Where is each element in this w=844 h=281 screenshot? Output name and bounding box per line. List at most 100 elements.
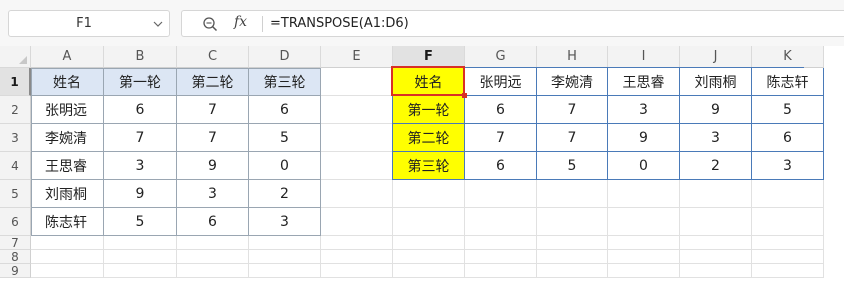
cell-f4[interactable]: 第三轮	[393, 152, 465, 180]
cell-a1[interactable]: 姓名	[31, 68, 104, 96]
cell-a8[interactable]	[31, 250, 104, 264]
column-header-i[interactable]: I	[608, 46, 680, 68]
cell-k9[interactable]	[752, 264, 824, 278]
cell-a3[interactable]: 李婉清	[31, 124, 104, 152]
row-header-9[interactable]: 9	[0, 264, 31, 278]
row-header-4[interactable]: 4	[0, 152, 31, 180]
cell-j6[interactable]	[680, 208, 752, 236]
cell-b4[interactable]: 3	[104, 152, 177, 180]
cell-c1[interactable]: 第二轮	[177, 68, 249, 96]
cell-i3[interactable]: 9	[608, 124, 680, 152]
cell-h1[interactable]: 李婉清	[537, 68, 608, 96]
fx-icon[interactable]: fx	[234, 14, 247, 30]
cell-i9[interactable]	[608, 264, 680, 278]
cell-c8[interactable]	[177, 250, 249, 264]
cell-h2[interactable]: 7	[537, 96, 608, 124]
column-header-g[interactable]: G	[465, 46, 537, 68]
cell-g4[interactable]: 6	[465, 152, 537, 180]
cell-c2[interactable]: 7	[177, 96, 249, 124]
cell-g5[interactable]	[465, 180, 537, 208]
cell-f2[interactable]: 第一轮	[393, 96, 465, 124]
cell-j8[interactable]	[680, 250, 752, 264]
cell-a5[interactable]: 刘雨桐	[31, 180, 104, 208]
cell-e8[interactable]	[321, 250, 393, 264]
name-box[interactable]: F1	[8, 10, 170, 37]
cell-a2[interactable]: 张明远	[31, 96, 104, 124]
cell-g1[interactable]: 张明远	[465, 68, 537, 96]
select-all-corner[interactable]	[0, 46, 31, 68]
cell-f1[interactable]: 姓名	[393, 68, 465, 96]
column-header-e[interactable]: E	[321, 46, 393, 68]
zoom-icon[interactable]	[202, 16, 218, 32]
cell-e6[interactable]	[321, 208, 393, 236]
cell-f6[interactable]	[393, 208, 465, 236]
cell-i4[interactable]: 0	[608, 152, 680, 180]
cell-h4[interactable]: 5	[537, 152, 608, 180]
cell-f8[interactable]	[393, 250, 465, 264]
cell-d1[interactable]: 第三轮	[249, 68, 321, 96]
cell-d5[interactable]: 2	[249, 180, 321, 208]
cell-c4[interactable]: 9	[177, 152, 249, 180]
cell-g6[interactable]	[465, 208, 537, 236]
cell-b3[interactable]: 7	[104, 124, 177, 152]
cell-k3[interactable]: 6	[752, 124, 824, 152]
row-header-3[interactable]: 3	[0, 124, 31, 152]
cell-h3[interactable]: 7	[537, 124, 608, 152]
cell-h7[interactable]	[537, 236, 608, 250]
cell-a9[interactable]	[31, 264, 104, 278]
formula-input-area[interactable]: fx =TRANSPOSE(A1:D6)	[181, 10, 844, 37]
cell-h5[interactable]	[537, 180, 608, 208]
cell-f7[interactable]	[393, 236, 465, 250]
cell-k4[interactable]: 3	[752, 152, 824, 180]
column-header-h[interactable]: H	[537, 46, 608, 68]
cell-b9[interactable]	[104, 264, 177, 278]
cell-b6[interactable]: 5	[104, 208, 177, 236]
cell-b8[interactable]	[104, 250, 177, 264]
cell-d4[interactable]: 0	[249, 152, 321, 180]
cell-e5[interactable]	[321, 180, 393, 208]
cell-d8[interactable]	[249, 250, 321, 264]
cell-c6[interactable]: 6	[177, 208, 249, 236]
column-header-c[interactable]: C	[177, 46, 249, 68]
cell-a7[interactable]	[31, 236, 104, 250]
cell-c5[interactable]: 3	[177, 180, 249, 208]
cell-g3[interactable]: 7	[465, 124, 537, 152]
cell-k8[interactable]	[752, 250, 824, 264]
cell-e3[interactable]	[321, 124, 393, 152]
cell-c3[interactable]: 7	[177, 124, 249, 152]
cell-j7[interactable]	[680, 236, 752, 250]
cell-k5[interactable]	[752, 180, 824, 208]
cell-k6[interactable]	[752, 208, 824, 236]
cell-k2[interactable]: 5	[752, 96, 824, 124]
cell-b5[interactable]: 9	[104, 180, 177, 208]
column-header-k[interactable]: K	[752, 46, 824, 68]
cell-h8[interactable]	[537, 250, 608, 264]
cell-b2[interactable]: 6	[104, 96, 177, 124]
cell-j9[interactable]	[680, 264, 752, 278]
cell-j1[interactable]: 刘雨桐	[680, 68, 752, 96]
cell-j5[interactable]	[680, 180, 752, 208]
cell-e9[interactable]	[321, 264, 393, 278]
chevron-down-icon[interactable]	[153, 19, 163, 29]
formula-text[interactable]: =TRANSPOSE(A1:D6)	[270, 16, 409, 31]
cell-d6[interactable]: 3	[249, 208, 321, 236]
cell-g7[interactable]	[465, 236, 537, 250]
cell-e7[interactable]	[321, 236, 393, 250]
cell-g2[interactable]: 6	[465, 96, 537, 124]
cell-e4[interactable]	[321, 152, 393, 180]
column-header-f[interactable]: F	[393, 46, 465, 68]
column-header-b[interactable]: B	[104, 46, 177, 68]
cell-a6[interactable]: 陈志轩	[31, 208, 104, 236]
cell-i1[interactable]: 王思睿	[608, 68, 680, 96]
column-header-j[interactable]: J	[680, 46, 752, 68]
row-header-8[interactable]: 8	[0, 250, 31, 264]
cell-i7[interactable]	[608, 236, 680, 250]
cell-d9[interactable]	[249, 264, 321, 278]
cell-i8[interactable]	[608, 250, 680, 264]
cell-h6[interactable]	[537, 208, 608, 236]
row-header-2[interactable]: 2	[0, 96, 31, 124]
cell-h9[interactable]	[537, 264, 608, 278]
cell-b1[interactable]: 第一轮	[104, 68, 177, 96]
cell-d3[interactable]: 5	[249, 124, 321, 152]
cell-k1[interactable]: 陈志轩	[752, 68, 824, 96]
